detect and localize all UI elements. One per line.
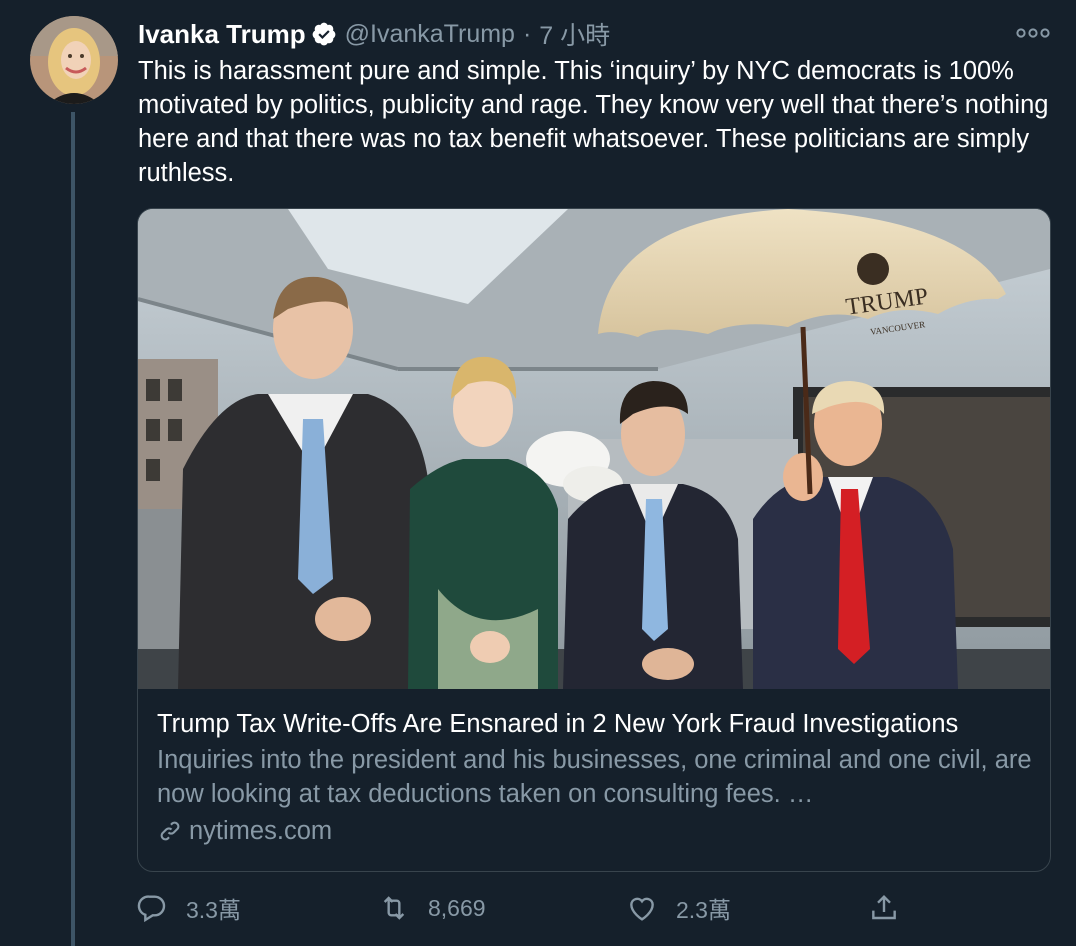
thread-connector-line [71, 112, 75, 946]
share-button[interactable] [868, 890, 900, 926]
separator-dot: · [522, 19, 532, 48]
tweet-header: Ivanka Trump @IvankaTrump · 7 小時 [138, 14, 610, 54]
heart-icon [630, 897, 654, 921]
avatar[interactable] [30, 16, 118, 104]
like-button[interactable]: 2.3萬 [626, 890, 731, 926]
profile-photo-icon [30, 16, 118, 104]
article-photo: TRUMP VANCOUVER [138, 209, 1050, 689]
tweet-text: This is harassment pure and simple. This… [138, 57, 1049, 187]
verified-badge-icon [312, 22, 335, 46]
link-preview-card[interactable]: TRUMP VANCOUVER Trump Tax Write-Offs Are… [137, 208, 1051, 872]
author-display-name[interactable]: Ivanka Trump [138, 19, 306, 50]
reply-count: 3.3萬 [186, 897, 241, 923]
reply-button[interactable]: 3.3萬 [136, 890, 241, 926]
tweet-actions-bar: 3.3萬 8,669 2.3萬 [136, 890, 916, 926]
card-domain-text: nytimes.com [189, 817, 333, 845]
card-body: Trump Tax Write-Offs Are Ensnared in 2 N… [157, 689, 1037, 849]
card-description: Inquiries into the president and his bus… [157, 746, 1032, 808]
retweet-count: 8,669 [428, 894, 486, 921]
retweet-icon [383, 896, 405, 920]
reply-icon [137, 895, 166, 923]
more-options-icon[interactable] [1016, 26, 1050, 40]
like-count: 2.3萬 [676, 897, 731, 923]
link-icon [160, 821, 180, 841]
retweet-button[interactable]: 8,669 [378, 890, 486, 926]
card-domain[interactable]: nytimes.com [157, 813, 1037, 849]
card-title[interactable]: Trump Tax Write-Offs Are Ensnared in 2 N… [157, 707, 1037, 741]
author-handle[interactable]: @IvankaTrump [345, 20, 515, 49]
share-icon [872, 894, 896, 920]
card-image[interactable]: TRUMP VANCOUVER [138, 209, 1050, 689]
tweet-timestamp[interactable]: 7 小時 [539, 16, 610, 52]
